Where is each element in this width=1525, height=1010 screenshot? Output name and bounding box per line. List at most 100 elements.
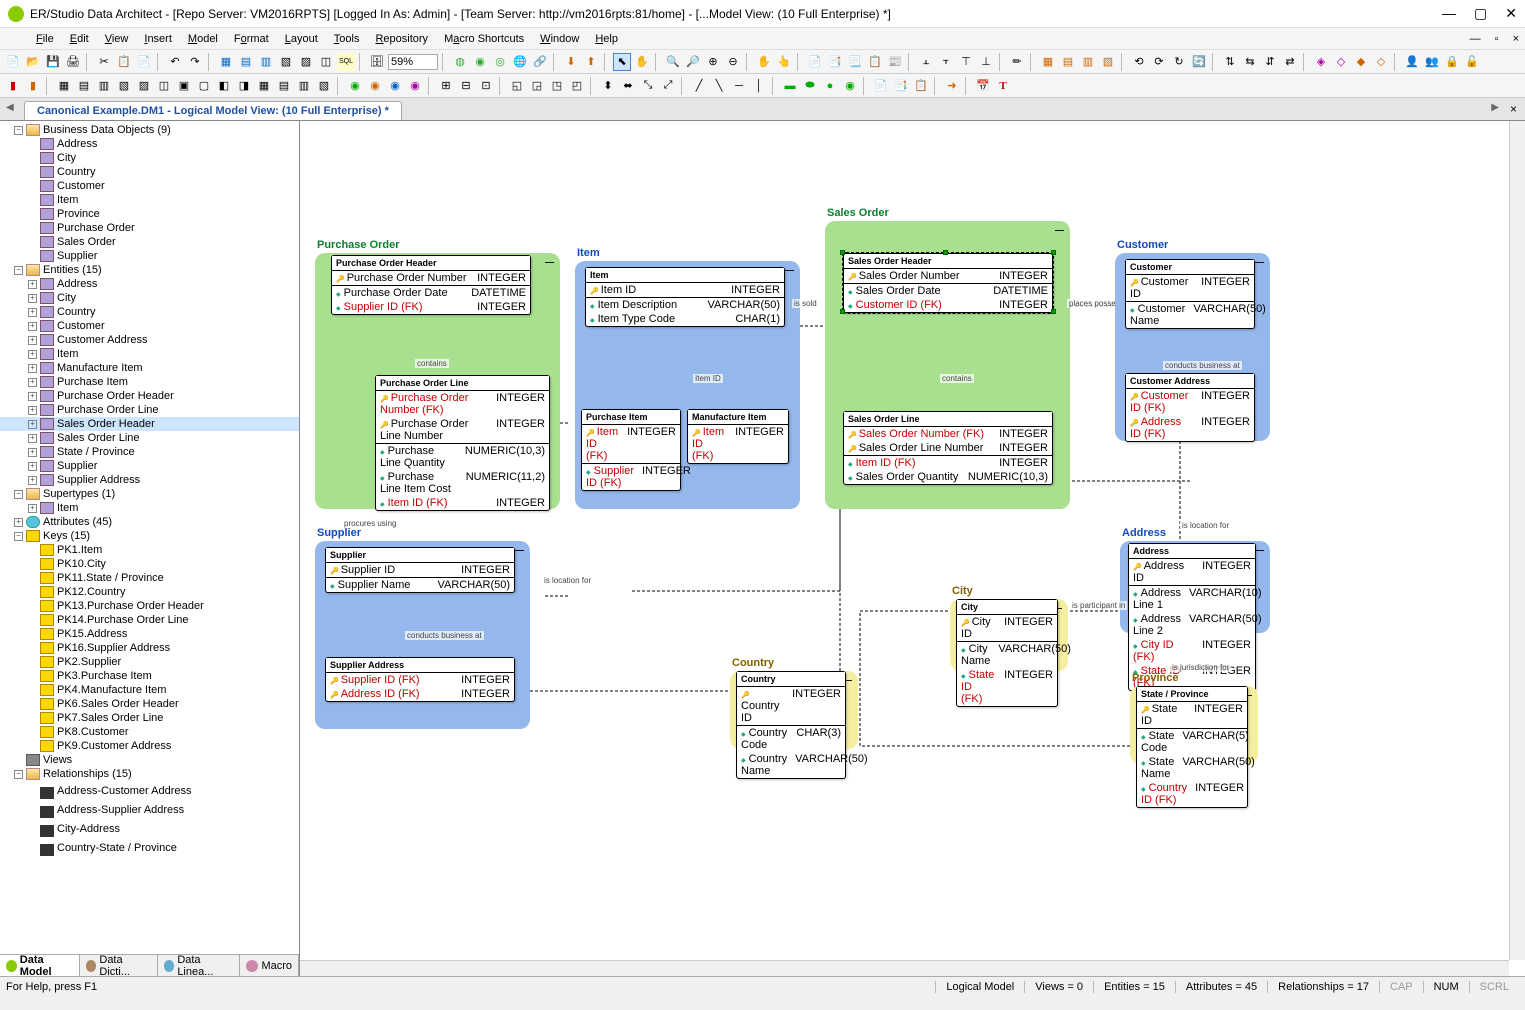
tb-l4[interactable]: ⇄ [1281,53,1299,71]
tree-node[interactable]: +Purchase Item [0,375,299,389]
t2-q[interactable]: ◉ [346,77,364,95]
tb-v3[interactable]: ▥ [1079,53,1097,71]
tab-data-model[interactable]: Data Model [0,955,80,976]
tree-node[interactable]: +Purchase Order Line [0,403,299,417]
tab-scroll-right[interactable]: ▶ [1491,102,1499,113]
menu-file[interactable]: File [28,31,62,47]
tree-node[interactable]: +City [0,291,299,305]
menu-view[interactable]: View [97,31,137,47]
entity-country[interactable]: CountryCountry IDINTEGERCountry CodeCHAR… [736,671,846,779]
tree-node[interactable]: +Country [0,305,299,319]
tb-copy[interactable]: 📋 [115,53,133,71]
entity-customer-address[interactable]: Customer AddressCustomer ID (FK)INTEGERA… [1125,373,1255,442]
t2-dd[interactable]: ⤡ [639,77,657,95]
t2-j[interactable]: ▢ [195,77,213,95]
tb-cut[interactable]: ✂ [95,53,113,71]
tree-node[interactable]: Item [0,193,299,207]
tb-z4[interactable]: ⊖ [724,53,742,71]
tree-node[interactable]: Sales Order [0,235,299,249]
tb-e[interactable]: ▨ [297,53,315,71]
entity-city[interactable]: CityCity IDINTEGERCity NameVARCHAR(50)St… [956,599,1058,707]
tb-c4[interactable]: ◇ [1372,53,1390,71]
tb-v1[interactable]: ▦ [1039,53,1057,71]
menu-format[interactable]: Format [226,31,277,47]
entity-purchase-item[interactable]: Purchase ItemItem ID (FK)INTEGERSupplier… [581,409,681,491]
tb-doc2[interactable]: 📑 [826,53,844,71]
tb-doc1[interactable]: 📄 [806,53,824,71]
mdi-close[interactable]: × [1505,31,1525,47]
tab-active[interactable]: Canonical Example.DM1 - Logical Model Vi… [24,101,402,120]
t2-g3[interactable]: ● [821,77,839,95]
tb-r3[interactable]: ↻ [1170,53,1188,71]
tree-node[interactable]: PK4.Manufacture Item [0,683,299,697]
t2-d1[interactable]: 📄 [872,77,890,95]
tb-doc3[interactable]: 📃 [846,53,864,71]
tb-al3[interactable]: ⊤ [957,53,975,71]
tb-d[interactable]: ▧ [277,53,295,71]
tree-node[interactable]: +Item [0,501,299,515]
canvas-scrollbar-h[interactable] [300,960,1509,976]
tree-node[interactable]: −Supertypes (1) [0,487,299,501]
t2-p[interactable]: ▧ [315,77,333,95]
t2-v[interactable]: ⊟ [457,77,475,95]
tree-node[interactable]: PK13.Purchase Order Header [0,599,299,613]
tree-node[interactable]: Country [0,165,299,179]
t2-t[interactable]: ◉ [406,77,424,95]
entity-state-province[interactable]: State / ProvinceState IDINTEGERState Cod… [1136,686,1248,808]
tree-node[interactable]: PK3.Purchase Item [0,669,299,683]
tb-undo[interactable]: ↶ [166,53,184,71]
tb-c3[interactable]: ◆ [1352,53,1370,71]
entity-sales-order-line[interactable]: Sales Order LineSales Order Number (FK)I… [843,411,1053,485]
t2-g1[interactable]: ▬ [781,77,799,95]
t2-y[interactable]: ◲ [528,77,546,95]
tab-macro[interactable]: Macro [240,955,299,976]
tree-node[interactable]: PK15.Address [0,627,299,641]
tree-node[interactable]: +Supplier Address [0,473,299,487]
tb-al1[interactable]: ⫠ [917,53,935,71]
t2-gg[interactable]: ╲ [710,77,728,95]
t2-cc[interactable]: ⬌ [619,77,637,95]
tree-node[interactable]: PK9.Customer Address [0,739,299,753]
close-button[interactable]: ✕ [1505,5,1517,22]
tab-data-dict[interactable]: Data Dicti... [80,955,158,976]
tree-node[interactable]: PK8.Customer [0,725,299,739]
t2-w[interactable]: ⊡ [477,77,495,95]
t2-k[interactable]: ◧ [215,77,233,95]
tb-print[interactable]: 🖨 [64,53,82,71]
tb-h1[interactable]: ✋ [755,53,773,71]
tree-node[interactable]: PK16.Supplier Address [0,641,299,655]
mdi-minimize[interactable]: — [1462,31,1487,47]
tb-r1[interactable]: ⟲ [1130,53,1148,71]
group-province[interactable]: Province— State / ProvinceState IDINTEGE… [1130,686,1258,764]
tb-a[interactable]: ▦ [217,53,235,71]
tree-node[interactable]: Customer [0,179,299,193]
tb-c1[interactable]: ◈ [1312,53,1330,71]
diagram-canvas[interactable]: Purchase Order— Purchase Order HeaderPur… [300,121,1525,976]
tree-node[interactable]: +Customer Address [0,333,299,347]
t2-g2[interactable]: ⬬ [801,77,819,95]
tree-node[interactable]: PK12.Country [0,585,299,599]
t2-i[interactable]: ▣ [175,77,193,95]
tree-node[interactable]: +Sales Order Header [0,417,299,431]
t2-d2[interactable]: 📑 [892,77,910,95]
entity-purchase-order-header[interactable]: Purchase Order HeaderPurchase Order Numb… [331,255,531,315]
tree-node[interactable]: PK2.Supplier [0,655,299,669]
t2-c[interactable]: ▦ [55,77,73,95]
tree-node[interactable]: Views [0,753,299,767]
tree-node[interactable]: PK10.City [0,557,299,571]
t2-cal[interactable]: 📅 [974,77,992,95]
tb-v4[interactable]: ▧ [1099,53,1117,71]
group-address[interactable]: Address— AddressAddress IDINTEGERAddress… [1120,541,1270,633]
tb-c2[interactable]: ◇ [1332,53,1350,71]
t2-aa[interactable]: ◰ [568,77,586,95]
t2-r[interactable]: ◉ [366,77,384,95]
tb-db[interactable]: 🗄 [368,53,386,71]
tb-u3[interactable]: 🔒 [1443,53,1461,71]
tree-node[interactable]: +Purchase Order Header [0,389,299,403]
tb-z3[interactable]: ⊕ [704,53,722,71]
t2-bb[interactable]: ⬍ [599,77,617,95]
t2-arr[interactable]: ➜ [943,77,961,95]
tree-node[interactable]: PK6.Sales Order Header [0,697,299,711]
t2-d[interactable]: ▤ [75,77,93,95]
tb-al2[interactable]: ⫟ [937,53,955,71]
